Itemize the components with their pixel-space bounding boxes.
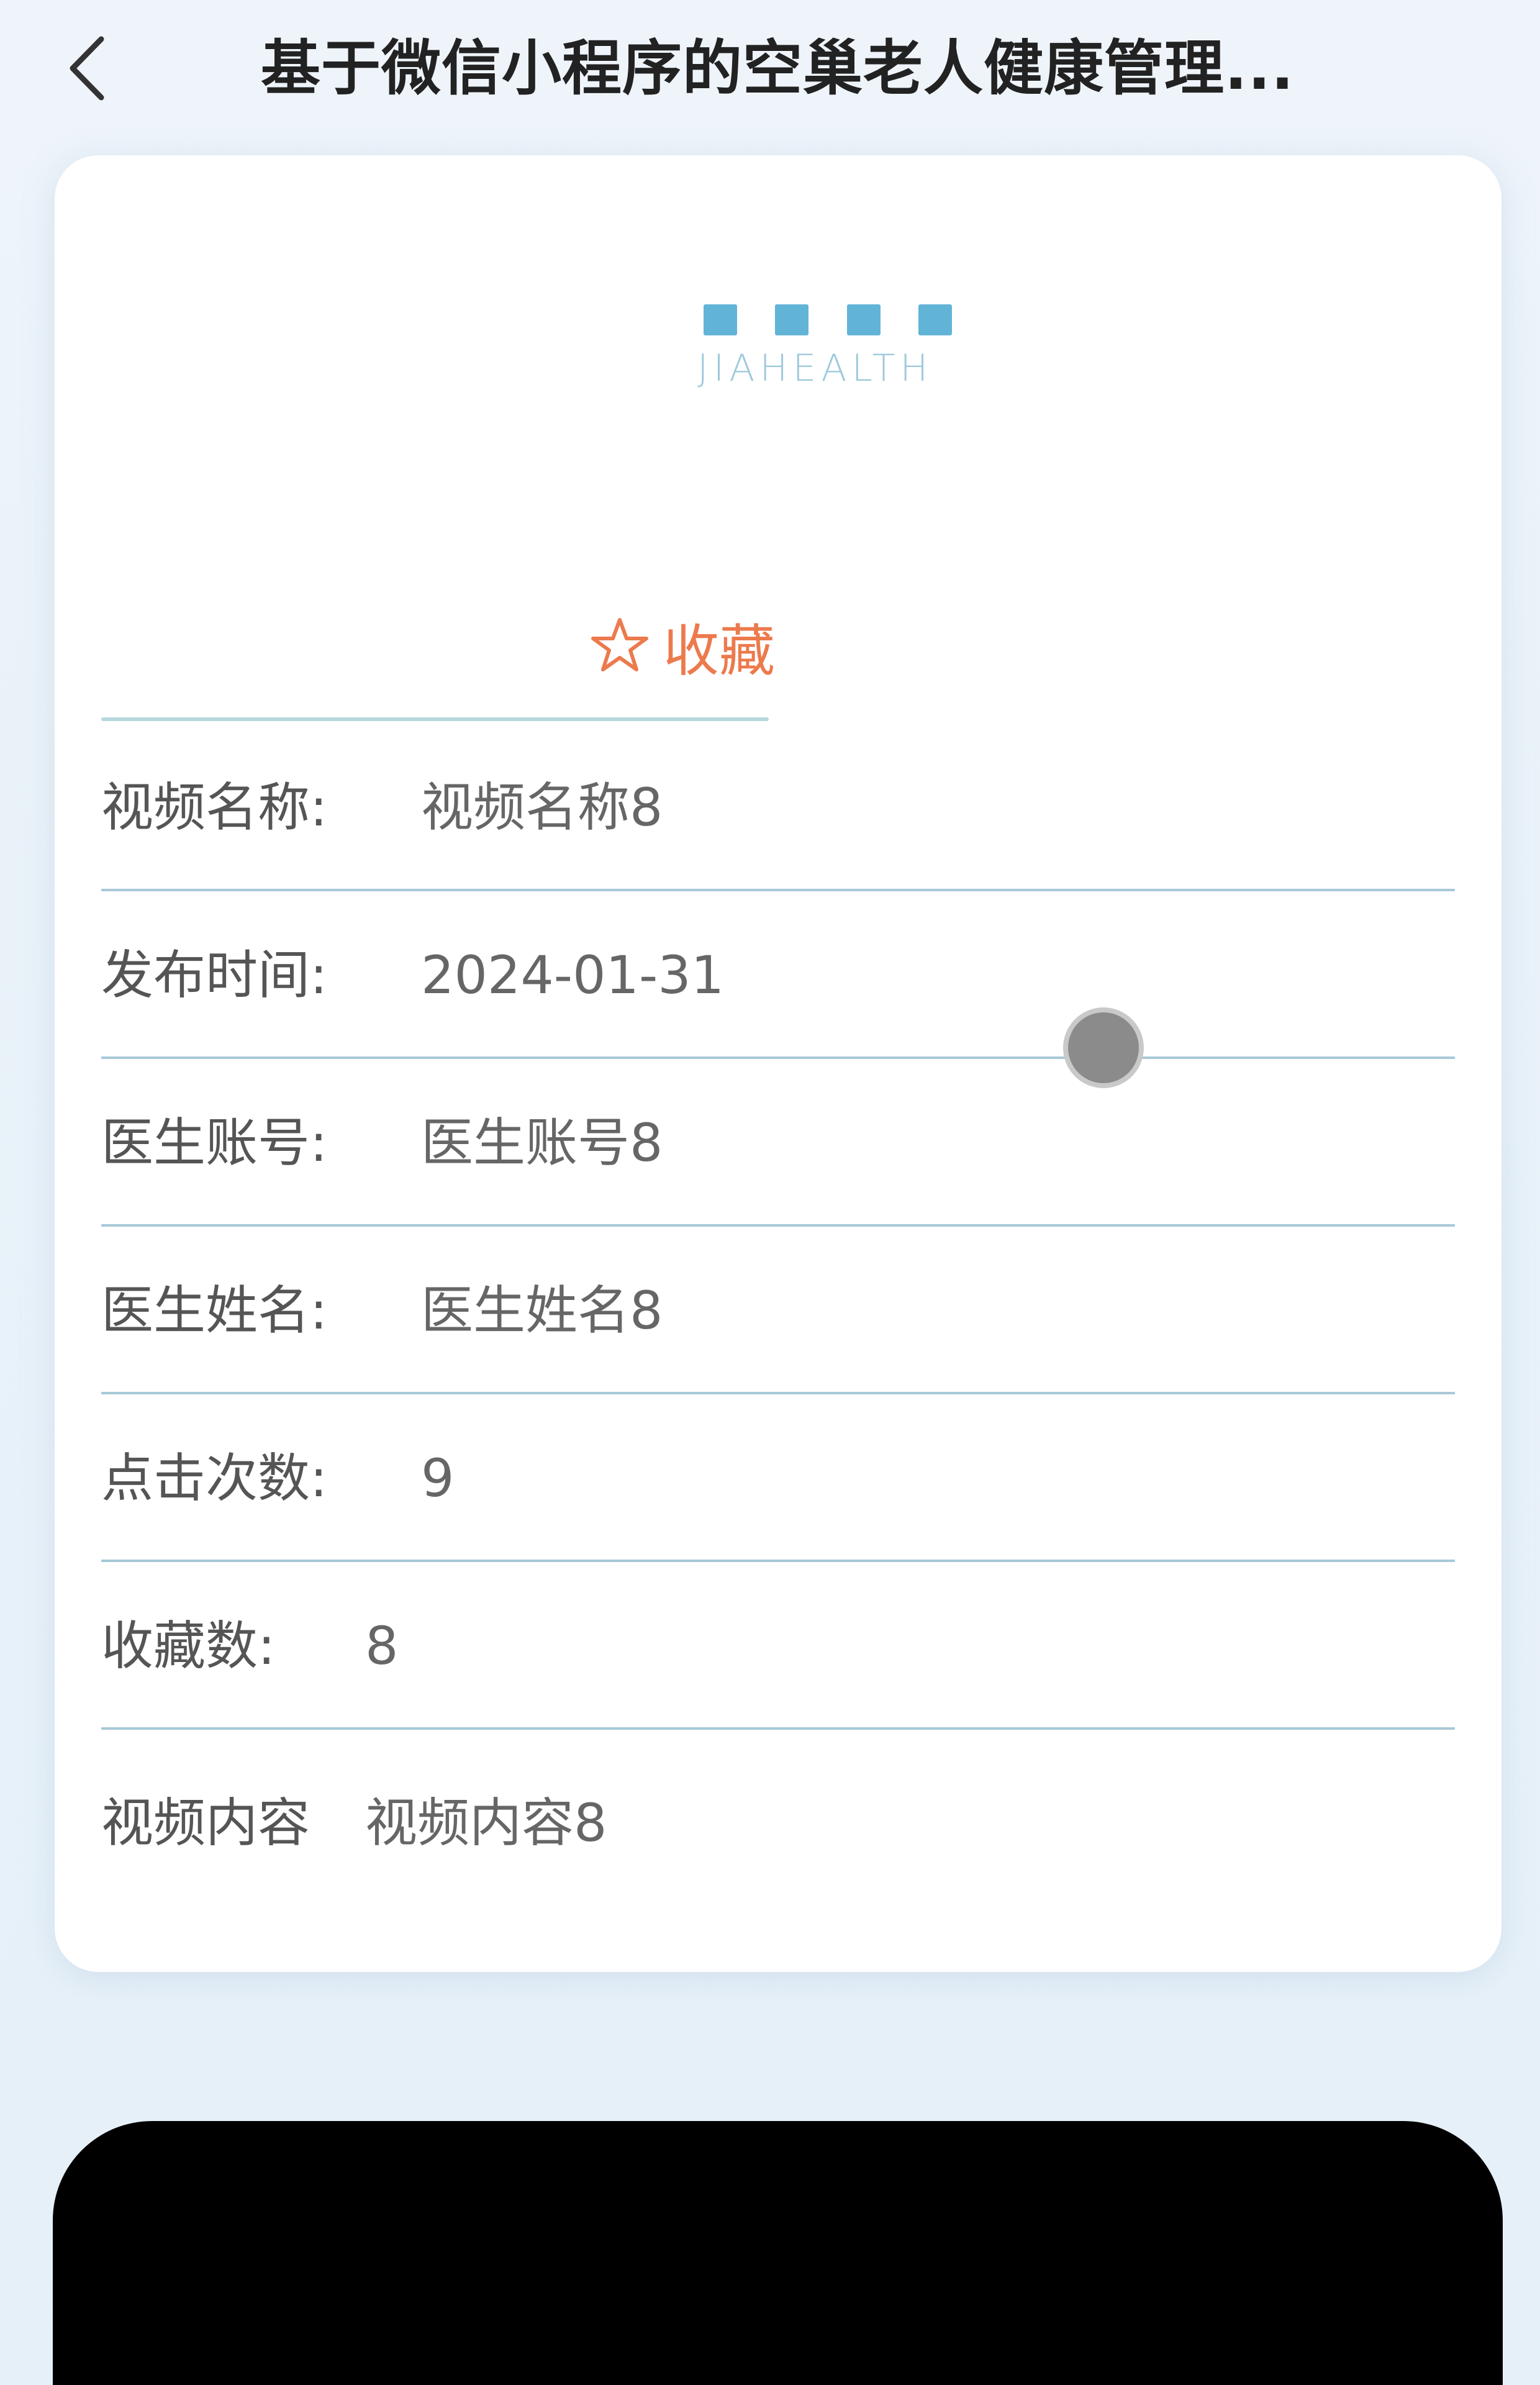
favorite-button[interactable]: 收藏	[589, 602, 775, 689]
detail-row-favorite-count: 收藏数: 8	[101, 1562, 1455, 1730]
row-value: 8	[365, 1615, 399, 1676]
detail-row-doctor-account: 医生账号: 医生账号8	[101, 1059, 1455, 1227]
detail-row-video-content: 视频内容 视频内容8	[101, 1730, 1455, 1916]
row-label: 收藏数:	[101, 1615, 276, 1676]
row-label: 视频内容	[101, 1792, 310, 1853]
star-outline-icon	[591, 618, 648, 671]
row-label: 医生账号:	[101, 1112, 328, 1173]
logo-text: JIAHEALTH	[697, 347, 933, 390]
jiahealth-logo: JIAHEALTH	[697, 304, 971, 404]
video-banner: JIAHEALTH	[101, 205, 1455, 652]
video-player[interactable]	[53, 2121, 1503, 2385]
detail-row-click-count: 点击次数: 9	[101, 1394, 1455, 1562]
touch-indicator	[1063, 1007, 1144, 1088]
detail-row-video-name: 视频名称: 视频名称8	[101, 724, 1455, 891]
row-label: 视频名称:	[101, 777, 328, 838]
row-label: 点击次数:	[101, 1448, 328, 1509]
logo-glyphs	[704, 304, 952, 335]
row-label: 发布时间:	[101, 945, 328, 1006]
row-label: 医生姓名:	[101, 1280, 328, 1341]
favorite-underline	[101, 717, 769, 721]
row-value: 医生姓名8	[421, 1280, 663, 1341]
favorite-label: 收藏	[663, 619, 775, 684]
page-title: 基于微信小程序的空巢老人健康管理...	[261, 34, 1295, 103]
row-value: 视频内容8	[365, 1792, 607, 1853]
row-value: 2024-01-31	[421, 945, 725, 1006]
detail-card: JIAHEALTH 收藏 视频名称: 视频名称8 发布时间: 2024-01-3…	[55, 155, 1502, 1972]
row-value: 9	[421, 1448, 455, 1509]
chevron-left-icon	[70, 36, 104, 101]
detail-row-publish-time: 发布时间: 2024-01-31	[101, 891, 1455, 1059]
detail-row-doctor-name: 医生姓名: 医生姓名8	[101, 1227, 1455, 1394]
nav-bar: 基于微信小程序的空巢老人健康管理...	[0, 0, 1540, 143]
back-button[interactable]	[53, 28, 121, 109]
row-value: 视频名称8	[421, 777, 663, 838]
row-value: 医生账号8	[421, 1112, 663, 1173]
